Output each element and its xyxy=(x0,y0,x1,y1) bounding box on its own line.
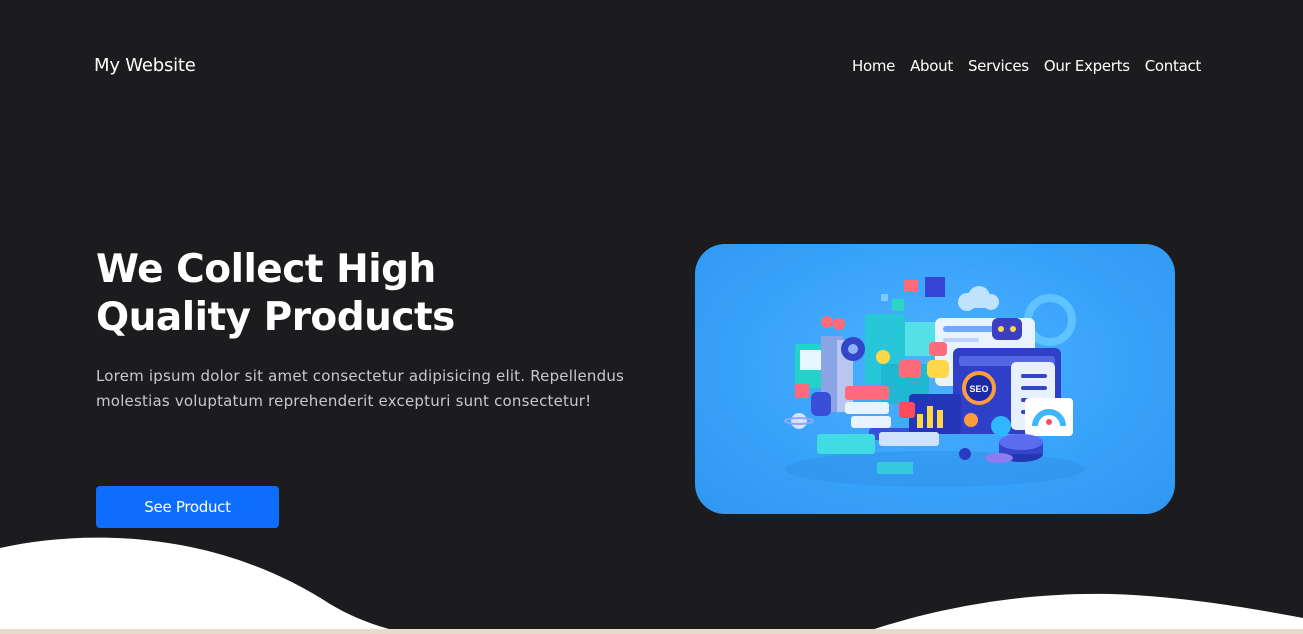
site-logo[interactable]: My Website xyxy=(94,55,196,76)
hero-title: We Collect High Quality Products xyxy=(96,246,455,342)
nav-link-contact[interactable]: Contact xyxy=(1145,57,1202,75)
hero-description: Lorem ipsum dolor sit amet consectetur a… xyxy=(96,367,625,410)
hero-illustration: SEO xyxy=(695,244,1175,514)
nav-link-services[interactable]: Services xyxy=(968,57,1029,75)
main-nav: Home About Services Our Experts Contact xyxy=(852,57,1201,75)
see-product-button[interactable]: See Product xyxy=(96,486,279,528)
seo-badge-label: SEO xyxy=(969,384,988,394)
hero-title-line-2: Quality Products xyxy=(96,295,455,340)
nav-link-home[interactable]: Home xyxy=(852,57,895,75)
digital-marketing-illustration: SEO xyxy=(784,277,1085,487)
bottom-wave-decoration xyxy=(0,537,1303,634)
nav-link-about[interactable]: About xyxy=(910,57,953,75)
nav-link-our-experts[interactable]: Our Experts xyxy=(1044,57,1130,75)
hero-title-line-1: We Collect High xyxy=(96,247,436,292)
